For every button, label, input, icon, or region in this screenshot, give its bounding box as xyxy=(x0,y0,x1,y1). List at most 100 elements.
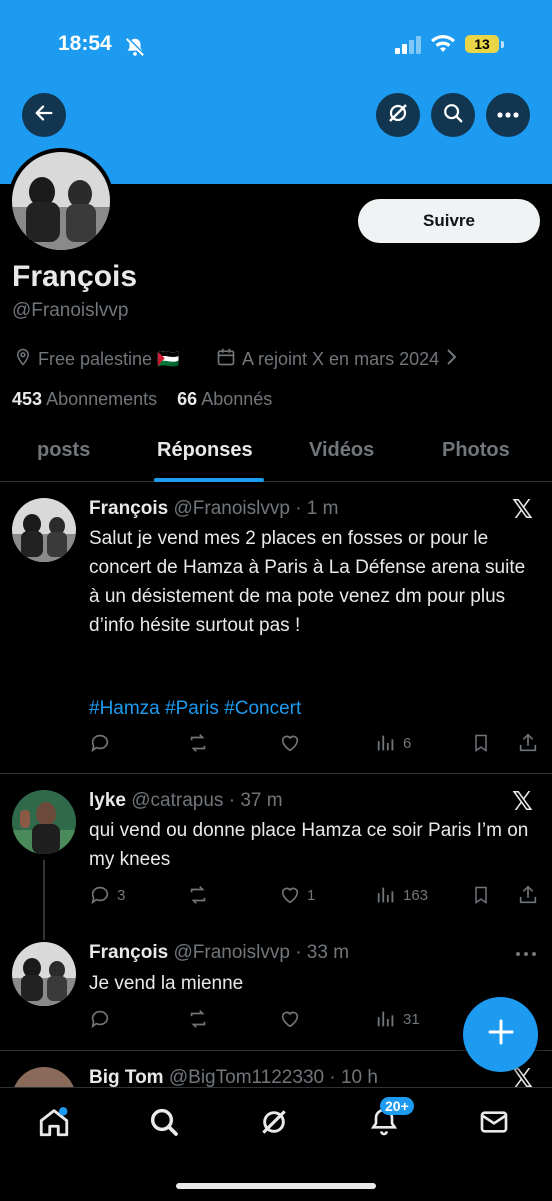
like-button[interactable]: 1 xyxy=(279,884,315,906)
plus-icon xyxy=(487,1018,515,1051)
repost-icon xyxy=(190,734,206,752)
avatar[interactable] xyxy=(12,1067,76,1087)
home-icon xyxy=(37,1105,71,1144)
reply-icon xyxy=(91,886,109,905)
reply-button[interactable] xyxy=(89,1008,111,1030)
post-time: · 37 m xyxy=(228,790,283,811)
search-icon xyxy=(148,1106,180,1143)
bookmark-button[interactable] xyxy=(471,884,491,906)
compose-button[interactable] xyxy=(463,997,538,1072)
repost-icon xyxy=(190,1010,206,1028)
post-header: Big Tom @BigTom1122330 · 10 h xyxy=(89,1067,378,1087)
views-count: 163 xyxy=(403,886,429,904)
follow-button[interactable]: Suivre xyxy=(358,199,540,243)
post-author-name[interactable]: François xyxy=(89,498,168,519)
profile-counts: 453 Abonnements 66 Abonnés xyxy=(12,389,272,410)
like-button[interactable] xyxy=(279,732,301,754)
share-icon xyxy=(519,733,537,752)
post-text: Salut je vend mes 2 places en fosses or … xyxy=(89,528,526,636)
share-button[interactable] xyxy=(517,732,539,754)
location-pin-icon xyxy=(14,347,32,372)
heart-icon xyxy=(281,1011,299,1028)
views-button[interactable]: 163 xyxy=(375,884,428,906)
tab-videos[interactable]: Vidéos xyxy=(309,439,374,462)
following-link[interactable]: 453 Abonnements xyxy=(12,389,157,409)
nav-search[interactable] xyxy=(144,1104,184,1144)
post-author-name[interactable]: François xyxy=(89,942,168,963)
post-author-name[interactable]: lyke xyxy=(89,790,126,811)
profile-location: Free palestine 🇵🇸 xyxy=(14,347,179,372)
tab-photos[interactable]: Photos xyxy=(442,439,510,462)
views-icon xyxy=(377,735,394,751)
x-logo-icon: 𝕏 xyxy=(512,494,533,524)
post-actions: 6 xyxy=(89,732,539,760)
mail-icon xyxy=(478,1106,510,1143)
repost-button[interactable] xyxy=(187,732,209,754)
more-horizontal-icon xyxy=(496,106,520,124)
nav-home[interactable] xyxy=(34,1104,74,1144)
bookmark-button[interactable] xyxy=(471,732,491,754)
repost-button[interactable] xyxy=(187,1008,209,1030)
tab-replies[interactable]: Réponses xyxy=(157,439,253,462)
views-icon xyxy=(377,887,394,903)
avatar[interactable] xyxy=(12,498,76,562)
nav-messages[interactable] xyxy=(474,1104,514,1144)
nav-grok[interactable] xyxy=(254,1104,294,1144)
post-author-handle: @Franoislvvp xyxy=(173,498,290,519)
profile-avatar[interactable] xyxy=(8,148,114,254)
followers-label: Abonnés xyxy=(201,389,273,409)
signal-icon xyxy=(395,36,423,59)
post-author-handle: @BigTom1122330 xyxy=(168,1067,325,1087)
following-count: 453 xyxy=(12,389,43,409)
profile-name: François xyxy=(12,260,138,293)
repost-icon xyxy=(190,886,206,904)
heart-icon xyxy=(281,887,299,904)
tab-posts[interactable]: posts xyxy=(37,439,90,462)
share-button[interactable] xyxy=(517,884,539,906)
reply-button[interactable]: 3 xyxy=(89,884,125,906)
battery-indicator: 13 xyxy=(465,35,499,53)
location-text: Free palestine 🇵🇸 xyxy=(38,349,180,369)
home-indicator xyxy=(176,1183,376,1189)
like-button[interactable] xyxy=(279,1008,301,1030)
more-button[interactable] xyxy=(486,93,530,137)
search-button[interactable] xyxy=(431,93,475,137)
post-author-handle: @Franoislvvp xyxy=(173,942,290,963)
wifi-icon xyxy=(430,34,456,59)
profile-handle: @Franoislvvp xyxy=(12,300,129,321)
followers-link[interactable]: 66 Abonnés xyxy=(177,389,272,409)
post-time: · 10 h xyxy=(329,1067,378,1087)
views-count: 6 xyxy=(403,734,412,752)
post-time: · 33 m xyxy=(295,942,350,963)
repost-button[interactable] xyxy=(187,884,209,906)
views-count: 31 xyxy=(403,1010,420,1028)
avatar[interactable] xyxy=(12,790,76,854)
thread-connector xyxy=(43,860,45,940)
views-button[interactable]: 6 xyxy=(375,732,411,754)
more-options-icon[interactable] xyxy=(515,944,537,962)
chevron-right-icon xyxy=(445,348,457,371)
post-author-name[interactable]: Big Tom xyxy=(89,1067,164,1087)
post-item[interactable]: lyke @catrapus · 37 m 𝕏 qui vend ou donn… xyxy=(0,774,552,934)
post-text: Je vend la mienne xyxy=(89,973,244,994)
post-text: qui vend ou donne place Hamza ce soir Pa… xyxy=(89,820,529,870)
reply-count: 3 xyxy=(117,886,126,904)
post-time: · 1 m xyxy=(295,498,339,519)
battery-tip xyxy=(501,41,504,48)
status-bar: 18:54 13 xyxy=(0,0,552,90)
joined-text: A rejoint X en mars 2024 xyxy=(242,349,440,369)
post-author-handle: @catrapus xyxy=(131,790,224,811)
bookmark-icon xyxy=(475,734,487,752)
reply-icon xyxy=(91,734,109,753)
profile-joined[interactable]: A rejoint X en mars 2024 xyxy=(216,347,457,372)
status-time: 18:54 xyxy=(58,32,112,55)
views-button[interactable]: 31 xyxy=(375,1008,420,1030)
grok-icon xyxy=(258,1106,290,1143)
grok-button[interactable] xyxy=(376,93,420,137)
post-hashtags[interactable]: #Hamza #Paris #Concert xyxy=(89,694,529,723)
reply-button[interactable] xyxy=(89,732,111,754)
post-actions: 3 1 163 xyxy=(89,884,539,912)
avatar[interactable] xyxy=(12,942,76,1006)
back-button[interactable] xyxy=(22,93,66,137)
post-item[interactable]: François @Franoislvvp · 1 m 𝕏 Salut je v… xyxy=(0,482,552,772)
